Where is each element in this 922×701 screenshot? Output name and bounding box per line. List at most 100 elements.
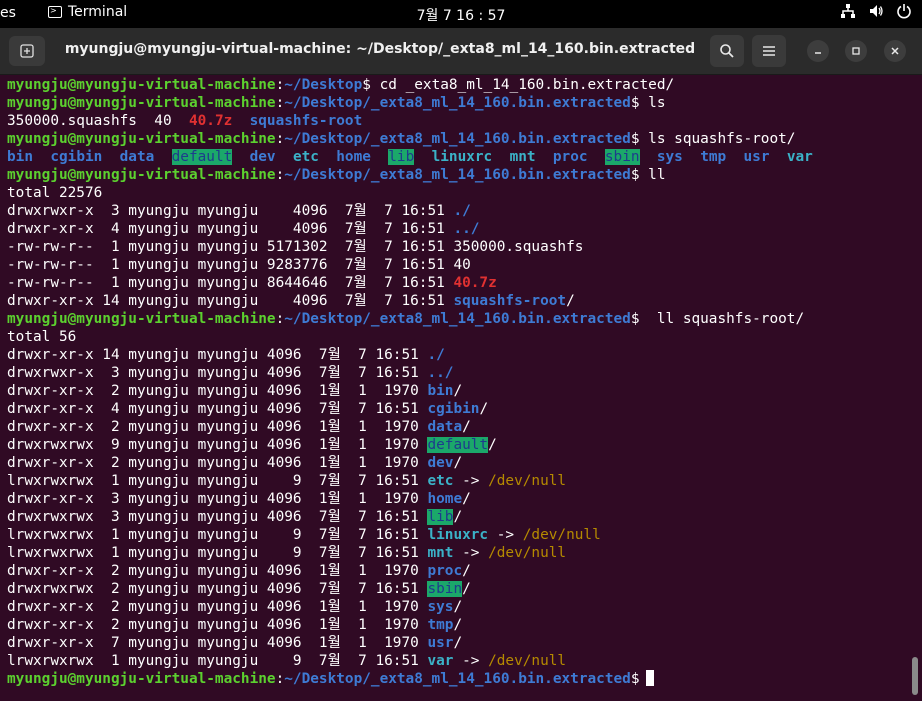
file-meta: drwxr-xr-x 2 myungju myungju 4096 1월 1 1…	[7, 419, 428, 435]
file-name: linuxrc	[427, 527, 489, 543]
power-icon	[897, 4, 911, 19]
ls-entry: proc	[552, 149, 588, 165]
listing-row: lrwxrwxrwx 1 myungju myungju 9 7월 7 16:5…	[7, 472, 813, 490]
listing-row: lrwxrwxrwx 1 myungju myungju 9 7월 7 16:5…	[7, 544, 813, 562]
file-name: ./	[453, 203, 471, 219]
volume-icon	[870, 5, 883, 17]
file-name: tmp	[427, 617, 454, 633]
file-suffix: ->	[453, 653, 489, 669]
search-icon	[720, 44, 734, 58]
file-suffix: /	[462, 491, 471, 507]
clock[interactable]: 7월 7 16 : 57	[0, 5, 922, 25]
minimize-button[interactable]	[807, 40, 829, 62]
file-name: 40	[453, 257, 471, 273]
close-icon	[891, 47, 899, 55]
file-suffix: /	[453, 455, 463, 471]
ls-entry: etc	[292, 149, 319, 165]
file-meta: lrwxrwxrwx 1 myungju myungju 9 7월 7 16:5…	[7, 473, 428, 489]
scrollbar-thumb[interactable]	[912, 657, 918, 695]
listing-row: drwxrwxrwx 2 myungju myungju 4096 7월 7 1…	[7, 580, 813, 598]
file-meta: drwxr-xr-x 2 myungju myungju 4096 1월 1 1…	[7, 617, 428, 633]
listing-row: drwxr-xr-x 7 myungju myungju 4096 1월 1 1…	[7, 634, 813, 652]
command-text: cd _exta8_ml_14_160.bin.extracted/	[370, 77, 675, 93]
listing-row: -rw-rw-r-- 1 myungju myungju 8644646 7월 …	[7, 274, 813, 292]
terminal-output: myungju@myungju-virtual-machine:~/Deskto…	[7, 76, 813, 688]
ls-entry: default	[171, 149, 233, 165]
file-suffix: ->	[488, 527, 523, 543]
file-name: mnt	[427, 545, 454, 561]
minimize-icon	[815, 52, 821, 54]
ls-entry: lib	[388, 149, 415, 165]
listing-row: drwxr-xr-x 2 myungju myungju 4096 1월 1 1…	[7, 562, 813, 580]
file-meta: drwxrwxrwx 3 myungju myungju 4096 7월 7 1…	[7, 509, 428, 525]
maximize-button[interactable]	[845, 40, 867, 62]
file-meta: drwxr-xr-x 2 myungju myungju 4096 1월 1 1…	[7, 455, 428, 471]
file-name: etc	[427, 473, 454, 489]
long-listing: drwxr-xr-x 14 myungju myungju 4096 7월 7 …	[7, 346, 813, 670]
file-name: proc	[427, 563, 463, 579]
listing-row: drwxr-xr-x 2 myungju myungju 4096 1월 1 1…	[7, 616, 813, 634]
command-text: ll squashfs-root/	[639, 311, 805, 327]
close-button[interactable]	[884, 40, 906, 62]
listing-row: drwxr-xr-x 14 myungju myungju 4096 7월 7 …	[7, 292, 813, 310]
file-name: sbin	[427, 581, 463, 597]
listing-row: drwxr-xr-x 2 myungju myungju 4096 1월 1 1…	[7, 454, 813, 472]
file-name: ./	[427, 347, 445, 363]
file-suffix: /	[453, 617, 463, 633]
file-name: squashfs-root	[453, 293, 567, 309]
file-suffix: /	[488, 437, 497, 453]
file-meta: drwxr-xr-x 14 myungju myungju 4096 7월 7 …	[7, 347, 428, 363]
terminal-headerbar: myungju@myungju-virtual-machine: ~/Deskt…	[0, 28, 922, 75]
search-button[interactable]	[710, 35, 744, 67]
file-name: bin	[427, 383, 454, 399]
file-meta: drwxrwxr-x 3 myungju myungju 4096 7월 7 1…	[7, 203, 454, 219]
file-meta: drwxrwxr-x 3 myungju myungju 4096 7월 7 1…	[7, 365, 428, 381]
file-name: dev	[427, 455, 454, 471]
listing-row: drwxrwxrwx 9 myungju myungju 4096 1월 1 1…	[7, 436, 813, 454]
link-target: /dev/null	[488, 653, 567, 669]
new-tab-button[interactable]	[9, 36, 45, 66]
total-line: total 56	[7, 329, 77, 345]
prompt-line: myungju@myungju-virtual-machine:~/Deskto…	[7, 311, 805, 327]
listing-row: drwxrwxrwx 3 myungju myungju 4096 7월 7 1…	[7, 508, 813, 526]
system-tray[interactable]	[840, 3, 912, 19]
link-target: /dev/null	[488, 545, 567, 561]
file-meta: lrwxrwxrwx 1 myungju myungju 9 7월 7 16:5…	[7, 527, 428, 543]
new-tab-icon	[20, 44, 34, 58]
terminal-view[interactable]: myungju@myungju-virtual-machine:~/Deskto…	[0, 75, 922, 701]
file-name: sys	[427, 599, 454, 615]
listing-row: drwxr-xr-x 3 myungju myungju 4096 1월 1 1…	[7, 490, 813, 508]
file-meta: lrwxrwxrwx 1 myungju myungju 9 7월 7 16:5…	[7, 653, 428, 669]
file-suffix: /	[479, 401, 489, 417]
file-suffix: /	[453, 635, 463, 651]
command-text: ls squashfs-root/	[639, 131, 796, 147]
ls-entry: sbin	[604, 149, 640, 165]
file-meta: drwxr-xr-x 2 myungju myungju 4096 1월 1 1…	[7, 563, 428, 579]
command-text: ls	[639, 95, 666, 111]
file-suffix: /	[453, 509, 463, 525]
file-name: home	[427, 491, 463, 507]
file-name: lib	[427, 509, 454, 525]
text-cursor	[645, 670, 654, 686]
total-line: total 22576	[7, 185, 103, 201]
file-name: cgibin	[427, 401, 480, 417]
command-text: ll	[639, 167, 666, 183]
file-name: 40.7z	[453, 275, 497, 291]
file-name: 350000.squashfs	[453, 239, 584, 255]
ls-entry: dev	[249, 149, 276, 165]
file-suffix: /	[453, 599, 463, 615]
listing-row: drwxr-xr-x 2 myungju myungju 4096 1월 1 1…	[7, 598, 813, 616]
maximize-icon	[852, 47, 860, 55]
file-meta: drwxrwxrwx 2 myungju myungju 4096 7월 7 1…	[7, 581, 428, 597]
ls-entry: cgibin	[50, 149, 103, 165]
listing-row: drwxr-xr-x 2 myungju myungju 4096 1월 1 1…	[7, 418, 813, 436]
file-meta: drwxr-xr-x 7 myungju myungju 4096 1월 1 1…	[7, 635, 428, 651]
ls-entry: mnt	[509, 149, 536, 165]
menu-button[interactable]	[752, 35, 786, 67]
file-meta: drwxrwxrwx 9 myungju myungju 4096 1월 1 1…	[7, 437, 428, 453]
hamburger-menu-icon	[763, 46, 775, 56]
prompt-line: myungju@myungju-virtual-machine:~/Deskto…	[7, 167, 666, 183]
file-meta: drwxr-xr-x 2 myungju myungju 4096 1월 1 1…	[7, 599, 428, 615]
ls-entry: home	[336, 149, 371, 165]
listing-row: drwxr-xr-x 2 myungju myungju 4096 1월 1 1…	[7, 382, 813, 400]
